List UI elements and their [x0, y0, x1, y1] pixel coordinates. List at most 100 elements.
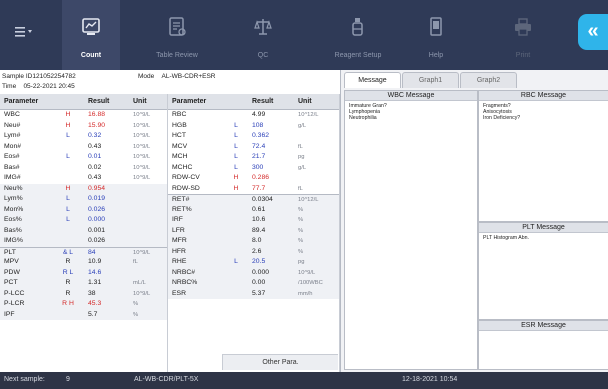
status-mode: AL-WB-CDR/PLT-5X [134, 376, 199, 383]
table-row[interactable]: MCV L 72.4 fL [168, 142, 339, 153]
table-row[interactable]: NRBC# 0.000 10^9/L [168, 267, 339, 278]
cell-param: Neu# [4, 121, 21, 129]
results-table-right: Parameter Result Unit RBC 4.99 10^12/L HGB L… [168, 94, 340, 372]
menu-button[interactable] [6, 18, 40, 48]
plt-message-title: PLT Message [479, 223, 608, 233]
table-row[interactable]: RDW-SD H 77.7 fL [168, 184, 339, 195]
table-header: Parameter Result Unit [0, 94, 167, 110]
cell-unit: % [298, 206, 304, 213]
rbc-message-list: Fragments? Anisocytosis Iron Deficiency? [479, 101, 608, 122]
table-row[interactable]: Mon% L 0.026 [0, 204, 167, 215]
toolbar-help-button[interactable]: Help [410, 0, 462, 70]
table-row[interactable]: P-LCR R H 45.3% [0, 299, 167, 310]
table-row[interactable]: MPV R 10.9 fL [0, 257, 167, 268]
cell-unit: % [298, 217, 304, 223]
table-row[interactable]: IMG# 0.43 10^9/L [0, 173, 167, 184]
toolbar-table-review-button[interactable]: Table Review [145, 0, 209, 70]
toolbar-print-button[interactable]: Print [494, 0, 552, 70]
cell-flag: L [66, 216, 70, 223]
table-row[interactable]: Bas% 0.001 [0, 225, 167, 236]
table-row[interactable]: HFR 2.6% [168, 246, 339, 257]
table-row[interactable]: Lym% L 0.019 [0, 194, 167, 205]
wbc-message-box: WBC Message Immature Gran? Lymphopenia Neu… [344, 90, 478, 370]
status-bar: Next sample: 9 AL-WB-CDR/PLT-5X 12-18-20… [0, 372, 608, 389]
toolbar-qc-button[interactable]: QC [234, 0, 292, 70]
table-row[interactable]: IPF 5.7% [0, 309, 167, 320]
table-row[interactable]: ESR 5.37 mm/h [168, 288, 339, 299]
table-row[interactable]: IRF 10.6% [168, 215, 339, 226]
table-row[interactable]: PCT R 1.31 mL/L [0, 278, 167, 289]
table-row[interactable]: LFR 89.4% [168, 225, 339, 236]
header-parameter: Parameter [4, 98, 39, 105]
table-row[interactable]: PDW R L 14.6 [0, 267, 167, 278]
header-result: Result [252, 98, 274, 105]
tab-graph2[interactable]: Graph2 [460, 72, 517, 88]
other-para-button[interactable]: Other Para. [222, 354, 338, 370]
table-row[interactable]: Eos% L 0.000 [0, 215, 167, 226]
reagent-icon [348, 17, 368, 39]
table-row[interactable]: IMG% 0.026 [0, 236, 167, 247]
table-row[interactable]: Mon# 0.43 10^9/L [0, 142, 167, 153]
cell-flag: L [234, 142, 238, 150]
cell-result: 2.6 [252, 247, 262, 255]
cell-param: Bas% [4, 226, 22, 234]
table-row[interactable]: RBC 4.99 10^12/L [168, 110, 339, 121]
cell-param: LFR [172, 226, 185, 234]
table-row[interactable]: MCHC L 300 g/L [168, 163, 339, 174]
cell-flag: H [65, 111, 71, 118]
cell-result: 0.43 [88, 174, 102, 181]
table-row[interactable]: Neu% H 0.954 [0, 183, 167, 194]
table-row[interactable]: MCH L 21.7 pg [168, 152, 339, 163]
cell-flag: R [65, 258, 71, 265]
table-row[interactable]: Neu# H 15.90 10^9/L [0, 121, 167, 132]
tab-graph1[interactable]: Graph1 [402, 72, 459, 88]
cell-unit: % [133, 311, 139, 318]
cell-param: RDW-CV [172, 174, 200, 181]
table-row[interactable]: NRBC% 0.00/100WBC [168, 278, 339, 289]
cell-flag: R L [62, 268, 74, 276]
table-row[interactable]: RHE L 20.5 pg [168, 257, 339, 268]
toolbar-help-label: Help [428, 52, 444, 59]
cell-param: Mon# [4, 142, 22, 150]
mode-value: AL-WB-CDR+ESR [161, 73, 216, 80]
table-row[interactable]: WBC H 16.88 10^9/L [0, 110, 167, 121]
cell-result: 0.43 [88, 142, 102, 150]
table-row[interactable]: RDW-CV H 0.286 [168, 173, 339, 184]
table-row[interactable]: PLT & L 84 10^9/L [0, 246, 167, 257]
cell-result: 14.6 [88, 268, 102, 276]
cell-result: 0.01 [88, 153, 102, 160]
next-sample-value: 9 [66, 376, 70, 383]
message-item: Neutrophilia [349, 115, 377, 122]
cell-unit: 10^9/L [133, 175, 151, 181]
sample-id-label: Sample ID [2, 73, 33, 80]
cell-result: 0.362 [252, 132, 270, 139]
cell-param: HGB [172, 121, 187, 129]
table-row[interactable]: Eos# L 0.01 10^9/L [0, 152, 167, 163]
cell-param: MPV [4, 258, 19, 265]
plt-message-box: PLT Message PLT Histogram Abn. [478, 222, 608, 320]
esr-message-box: ESR Message [478, 320, 608, 370]
table-row[interactable]: MFR 8.0% [168, 236, 339, 247]
tab-message[interactable]: Message [344, 72, 401, 88]
cell-param: RHE [172, 258, 187, 265]
cell-flag: R H [62, 300, 74, 307]
table-row[interactable]: P-LCC R 38 10^9/L [0, 288, 167, 299]
cell-unit: 10^9/L [133, 154, 151, 160]
toolbar-reagent-setup-button[interactable]: Reagent Setup [318, 0, 398, 70]
table-row[interactable]: RET% 0.61% [168, 204, 339, 215]
cell-flag: L [234, 153, 238, 160]
double-chevron-left-icon: « [587, 20, 599, 42]
cell-flag: L [234, 121, 238, 129]
cell-unit: % [298, 238, 304, 244]
table-row[interactable]: RET# 0.0304 10^12/L [168, 194, 339, 205]
table-row[interactable]: Lym# L 0.32 10^9/L [0, 131, 167, 142]
results-table-left: Parameter Result Unit WBC H 16.88 10^9/L Neu… [0, 94, 168, 372]
cell-flag: R [65, 279, 71, 286]
table-row[interactable]: HCT L 0.362 [168, 131, 339, 142]
table-row[interactable]: Bas# 0.02 10^9/L [0, 163, 167, 174]
expand-sidebar-button[interactable]: « [578, 14, 608, 50]
message-panel: Message Graph1 Graph2 WBC Message Immatu… [340, 70, 608, 372]
cell-flag: R [65, 289, 71, 297]
table-row[interactable]: HGB L 108 g/L [168, 121, 339, 132]
toolbar-count-button[interactable]: Count [62, 0, 120, 70]
